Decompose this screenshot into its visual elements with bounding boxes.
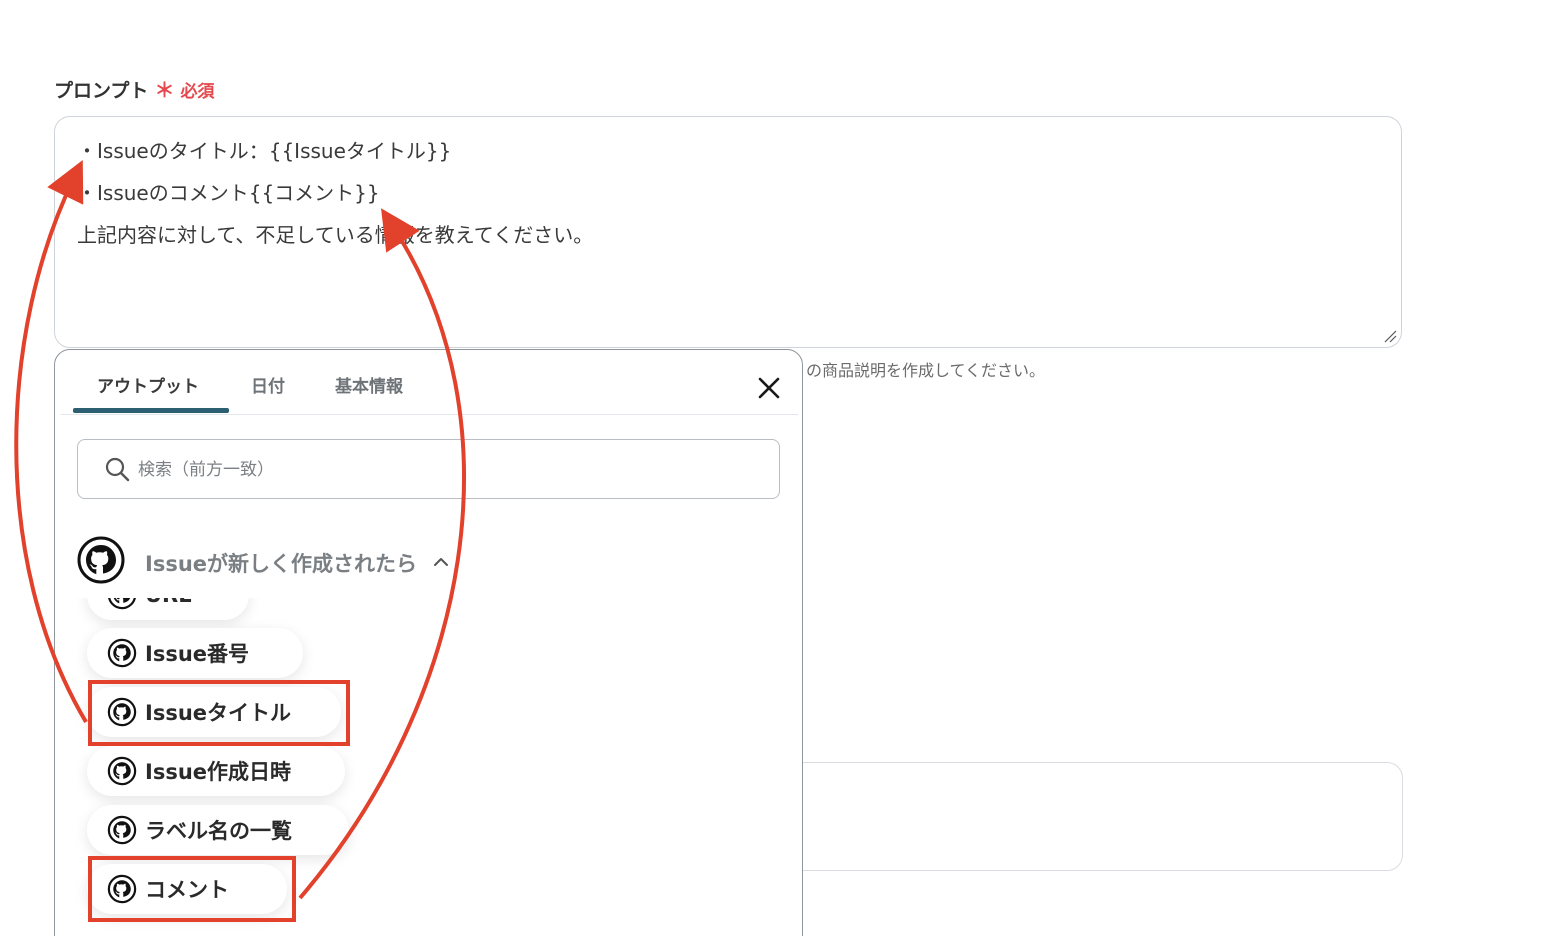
trigger-group-header[interactable]: Issueが新しく作成されたら bbox=[77, 536, 477, 588]
search-field bbox=[77, 439, 780, 500]
close-button[interactable] bbox=[753, 372, 785, 404]
tab-date[interactable]: 日付 bbox=[251, 372, 285, 397]
required-mark: ＊ bbox=[154, 78, 175, 102]
list-item-issue-number[interactable]: Issue番号 bbox=[87, 628, 303, 678]
item-label: ラベル名の一覧 bbox=[145, 819, 292, 843]
highlight-box-issue-title bbox=[88, 680, 350, 746]
page: プロンプト ＊ 必須 ・Issueのタイトル：{{Issueタイトル}} ・Is… bbox=[0, 0, 1560, 936]
item-label: URL bbox=[145, 598, 192, 607]
resize-handle-icon[interactable] bbox=[1383, 329, 1397, 343]
chevron-up-icon[interactable] bbox=[433, 554, 449, 570]
required-text: 必須 bbox=[180, 82, 215, 102]
github-icon bbox=[107, 638, 137, 668]
secondary-input-box[interactable] bbox=[760, 762, 1403, 871]
github-icon bbox=[108, 598, 136, 610]
group-title: Issueが新しく作成されたら bbox=[145, 552, 418, 576]
prompt-line: ・Issueのコメント{{コメント}} bbox=[77, 181, 380, 205]
field-label-text: プロンプト bbox=[54, 80, 149, 102]
search-input[interactable] bbox=[136, 440, 760, 500]
highlight-box-comment bbox=[88, 856, 296, 922]
prompt-textarea[interactable]: ・Issueのタイトル：{{Issueタイトル}} ・Issueのコメント{{コ… bbox=[54, 116, 1402, 348]
tab-output[interactable]: アウトプット bbox=[97, 372, 199, 397]
item-label: Issue作成日時 bbox=[145, 760, 292, 784]
close-icon bbox=[758, 377, 780, 399]
variable-picker-popover: アウトプット 日付 基本情報 Issueが新しく作成されたら bbox=[54, 349, 803, 936]
prompt-line: 上記内容に対して、不足している情報を教えてください。 bbox=[77, 223, 594, 247]
search-icon bbox=[105, 457, 130, 482]
list-item-label-names[interactable]: ラベル名の一覧 bbox=[87, 805, 349, 855]
helper-text: の商品説明を作成してください。 bbox=[806, 361, 1046, 380]
github-icon bbox=[107, 815, 137, 845]
tab-basic-info[interactable]: 基本情報 bbox=[335, 372, 403, 397]
github-icon bbox=[107, 756, 137, 786]
item-label: Issue番号 bbox=[145, 642, 250, 666]
github-icon bbox=[77, 536, 125, 584]
active-tab-indicator bbox=[73, 408, 229, 413]
picker-tabs: アウトプット 日付 基本情報 bbox=[61, 350, 798, 415]
prompt-line: ・Issueのタイトル：{{Issueタイトル}} bbox=[77, 139, 452, 163]
list-item-url[interactable]: URL bbox=[87, 598, 249, 620]
list-item-issue-created-at[interactable]: Issue作成日時 bbox=[87, 746, 345, 796]
prompt-field-label: プロンプト ＊ 必須 bbox=[54, 74, 214, 103]
